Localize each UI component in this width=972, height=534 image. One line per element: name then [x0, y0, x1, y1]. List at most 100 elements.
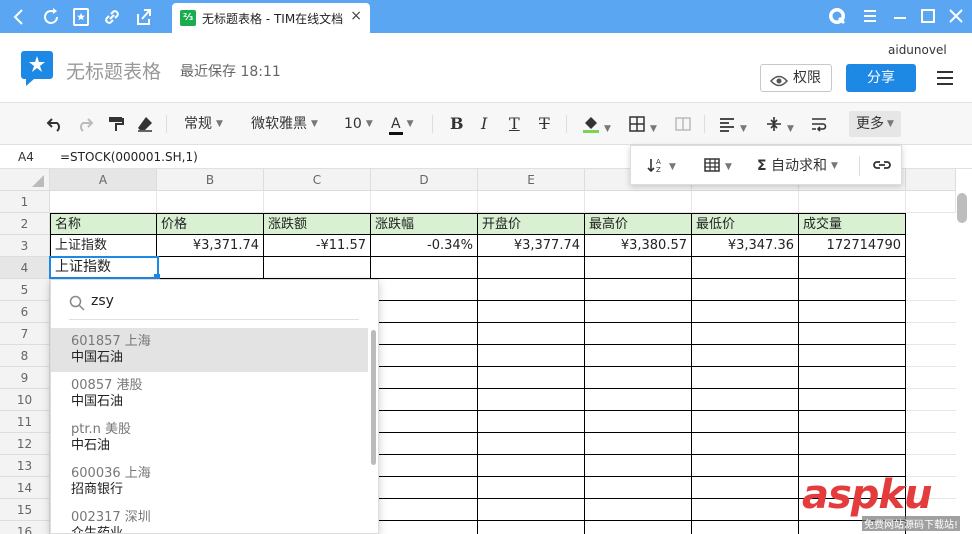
column-header[interactable]: C [264, 169, 371, 191]
row-header[interactable]: 11 [0, 411, 50, 433]
empty-cell[interactable] [585, 389, 692, 411]
row-header[interactable]: 3 [0, 235, 50, 257]
empty-cell[interactable] [585, 433, 692, 455]
empty-cell[interactable] [585, 257, 692, 279]
empty-cell[interactable] [371, 191, 478, 213]
empty-cell[interactable] [478, 521, 585, 534]
empty-cell[interactable] [799, 301, 906, 323]
empty-cell[interactable] [799, 257, 906, 279]
column-header-blank[interactable] [906, 169, 956, 191]
empty-cell[interactable] [371, 433, 478, 455]
eraser-icon[interactable] [136, 113, 154, 135]
empty-cell[interactable] [906, 191, 956, 213]
empty-cell[interactable] [371, 367, 478, 389]
header-cell[interactable]: 开盘价 [478, 213, 585, 235]
filter-table-button[interactable]: ▼ [703, 156, 732, 176]
select-all-corner[interactable] [0, 169, 50, 191]
stock-suggestion[interactable]: ptr.n 美股 中石油 [51, 416, 368, 460]
permission-button[interactable]: 权限 [760, 64, 832, 92]
empty-cell[interactable] [906, 411, 956, 433]
row-header[interactable]: 14 [0, 477, 50, 499]
row-header[interactable]: 15 [0, 499, 50, 521]
empty-cell[interactable] [371, 477, 478, 499]
empty-cell[interactable] [692, 455, 799, 477]
empty-cell[interactable] [799, 279, 906, 301]
empty-cell[interactable] [692, 301, 799, 323]
empty-cell[interactable] [478, 257, 585, 279]
row-header[interactable]: 9 [0, 367, 50, 389]
empty-cell[interactable] [478, 279, 585, 301]
empty-cell[interactable] [585, 521, 692, 534]
empty-cell[interactable] [264, 191, 371, 213]
empty-cell[interactable] [799, 367, 906, 389]
empty-cell[interactable] [478, 389, 585, 411]
empty-cell[interactable] [371, 499, 478, 521]
stock-suggestion[interactable]: 600036 上海 招商银行 [51, 460, 368, 504]
font-size-select[interactable]: 10 ▼ [344, 113, 373, 135]
row-header[interactable]: 16 [0, 521, 50, 534]
empty-cell[interactable] [478, 345, 585, 367]
wrap-text-icon[interactable] [810, 113, 828, 135]
browser-logo-icon[interactable] [827, 6, 847, 26]
empty-cell[interactable] [692, 345, 799, 367]
empty-cell[interactable] [157, 257, 264, 279]
empty-cell[interactable] [692, 257, 799, 279]
minimize-icon[interactable] [890, 6, 910, 26]
empty-cell[interactable] [371, 521, 478, 534]
empty-cell[interactable] [799, 411, 906, 433]
empty-cell[interactable] [157, 191, 264, 213]
empty-cell[interactable] [692, 389, 799, 411]
row-header[interactable]: 8 [0, 345, 50, 367]
empty-cell[interactable] [692, 477, 799, 499]
empty-cell[interactable] [478, 477, 585, 499]
data-cell[interactable]: ¥3,377.74 [478, 235, 585, 257]
empty-cell[interactable] [478, 411, 585, 433]
empty-cell[interactable] [371, 301, 478, 323]
row-header[interactable]: 4 [0, 257, 50, 279]
empty-cell[interactable] [371, 279, 478, 301]
tim-logo-icon[interactable] [20, 49, 54, 87]
empty-cell[interactable] [585, 301, 692, 323]
empty-cell[interactable] [906, 323, 956, 345]
empty-cell[interactable] [692, 191, 799, 213]
header-cell[interactable]: 涨跌幅 [371, 213, 478, 235]
row-header[interactable]: 6 [0, 301, 50, 323]
empty-cell[interactable] [799, 389, 906, 411]
empty-cell[interactable] [371, 257, 478, 279]
font-color-button[interactable]: A ▼ [389, 113, 414, 135]
empty-cell[interactable] [478, 499, 585, 521]
empty-cell[interactable] [906, 433, 956, 455]
share-button[interactable]: 分享 [846, 64, 916, 92]
browser-tab[interactable]: ⅔ 无标题表格 - TIM在线文档 × [172, 3, 370, 33]
sort-button[interactable]: A Z ▼ [647, 156, 676, 176]
empty-cell[interactable] [692, 433, 799, 455]
column-header[interactable]: B [157, 169, 264, 191]
header-cell[interactable]: 名称 [50, 213, 157, 235]
data-cell[interactable]: -¥11.57 [264, 235, 371, 257]
empty-cell[interactable] [799, 433, 906, 455]
cell-reference[interactable]: A4 [0, 145, 50, 169]
row-header[interactable]: 13 [0, 455, 50, 477]
empty-cell[interactable] [585, 455, 692, 477]
font-family-select[interactable]: 微软雅黑 ▼ [251, 113, 318, 135]
row-header[interactable]: 1 [0, 191, 50, 213]
empty-cell[interactable] [585, 279, 692, 301]
settings-menu-icon[interactable] [860, 6, 880, 26]
column-header[interactable]: D [371, 169, 478, 191]
empty-cell[interactable] [585, 499, 692, 521]
user-name[interactable]: aidunovel [888, 43, 947, 57]
borders-button[interactable]: ▼ [628, 113, 657, 135]
row-header[interactable]: 10 [0, 389, 50, 411]
column-header[interactable]: A [50, 169, 157, 191]
number-format-select[interactable]: 常规 ▼ [184, 113, 223, 135]
hamburger-menu-icon[interactable] [936, 70, 954, 86]
empty-cell[interactable] [478, 433, 585, 455]
doc-title[interactable]: 无标题表格 [66, 57, 161, 84]
empty-cell[interactable] [799, 191, 906, 213]
stock-search-input[interactable]: zsy [69, 290, 359, 320]
redo-icon[interactable] [76, 113, 94, 135]
empty-cell[interactable] [478, 323, 585, 345]
row-header[interactable]: 7 [0, 323, 50, 345]
empty-cell[interactable] [585, 477, 692, 499]
empty-cell[interactable] [585, 411, 692, 433]
